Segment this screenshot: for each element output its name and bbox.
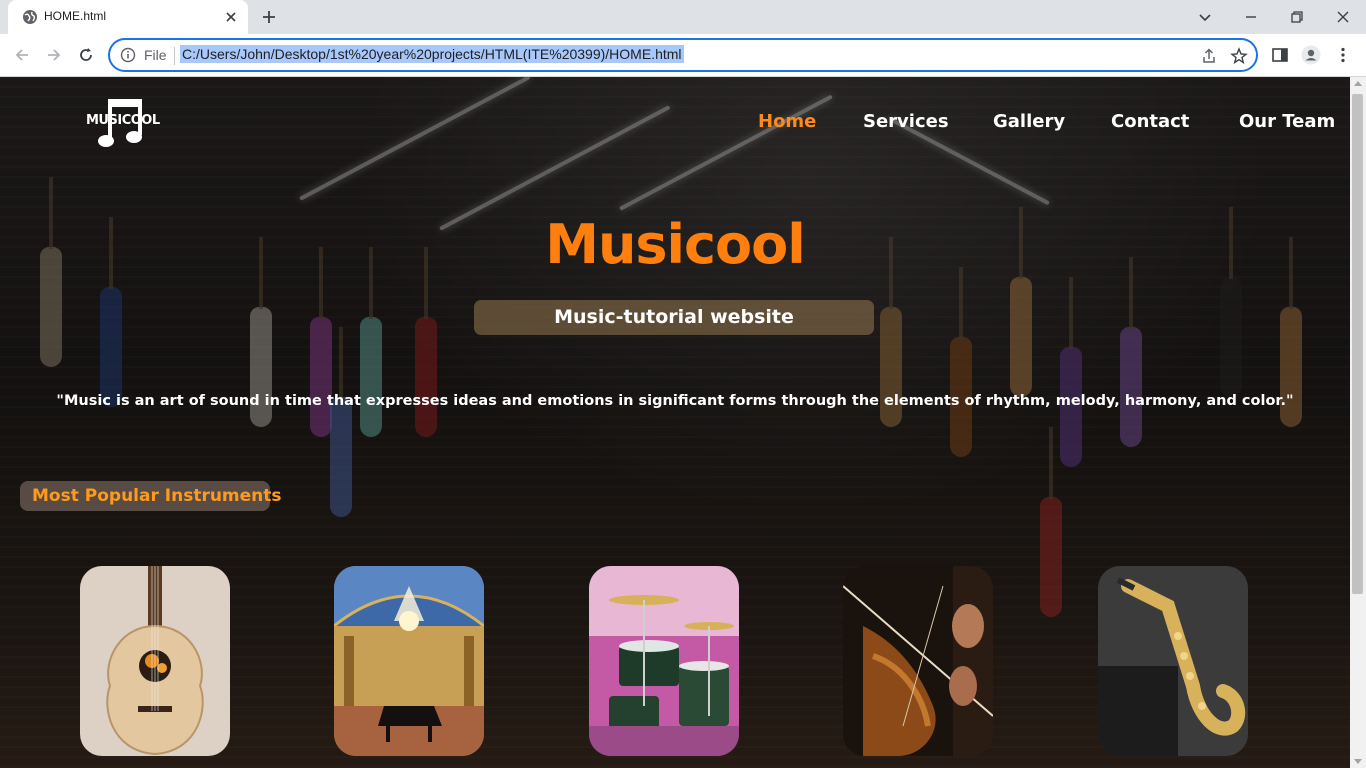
site-logo[interactable]: MUSICOOL bbox=[86, 95, 160, 149]
browser-toolbar: File C:/Users/John/Desktop/1st%20year%20… bbox=[0, 34, 1366, 77]
url-text[interactable]: C:/Users/John/Desktop/1st%20year%20proje… bbox=[180, 45, 684, 63]
profile-avatar-icon[interactable] bbox=[1301, 45, 1321, 65]
restore-icon[interactable] bbox=[1286, 6, 1308, 28]
music-quote: "Music is an art of sound in time that e… bbox=[56, 393, 1294, 409]
reload-icon[interactable] bbox=[76, 45, 96, 65]
web-page: MUSICOOL Home Services Gallery Contact O… bbox=[0, 77, 1350, 768]
browser-tab-bar: HOME.html bbox=[0, 0, 1366, 34]
piano-image bbox=[334, 566, 484, 756]
nav-services[interactable]: Services bbox=[863, 111, 949, 132]
nav-our-team[interactable]: Our Team bbox=[1239, 111, 1335, 132]
side-panel-icon[interactable] bbox=[1270, 45, 1290, 65]
menu-dots-icon[interactable] bbox=[1333, 45, 1353, 65]
saxophone-image bbox=[1098, 566, 1248, 756]
back-arrow-icon[interactable] bbox=[12, 45, 32, 65]
violin-image bbox=[843, 566, 993, 756]
section-heading: Most Popular Instruments bbox=[32, 486, 282, 506]
tab-title: HOME.html bbox=[44, 9, 107, 23]
subtitle-banner: Music-tutorial website bbox=[474, 300, 874, 335]
drums-image bbox=[589, 566, 739, 756]
instrument-card-guitar[interactable] bbox=[80, 566, 230, 756]
nav-home[interactable]: Home bbox=[758, 111, 816, 132]
bookmark-star-icon[interactable] bbox=[1230, 47, 1248, 65]
globe-icon bbox=[23, 10, 37, 24]
omnibox-divider bbox=[174, 47, 175, 65]
new-tab-icon[interactable] bbox=[260, 8, 278, 26]
instrument-card-violin[interactable] bbox=[843, 566, 993, 756]
close-window-icon[interactable] bbox=[1332, 6, 1354, 28]
section-heading-banner: Most Popular Instruments bbox=[20, 481, 282, 511]
scroll-down-arrow-icon[interactable] bbox=[1354, 759, 1362, 764]
instrument-card-saxophone[interactable] bbox=[1098, 566, 1248, 756]
nav-gallery[interactable]: Gallery bbox=[993, 111, 1065, 132]
guitar-image bbox=[80, 566, 230, 756]
address-bar[interactable]: File C:/Users/John/Desktop/1st%20year%20… bbox=[108, 38, 1258, 72]
scroll-thumb[interactable] bbox=[1352, 94, 1363, 594]
browser-tab[interactable]: HOME.html bbox=[8, 0, 248, 34]
scroll-up-arrow-icon[interactable] bbox=[1354, 81, 1362, 86]
share-icon[interactable] bbox=[1200, 47, 1218, 65]
close-tab-icon[interactable] bbox=[222, 8, 240, 26]
file-scheme-label: File bbox=[144, 47, 167, 63]
logo-text: MUSICOOL bbox=[86, 113, 160, 128]
info-icon[interactable] bbox=[120, 47, 136, 63]
tab-search-chevron-icon[interactable] bbox=[1194, 6, 1216, 28]
instrument-card-drums[interactable] bbox=[589, 566, 739, 756]
forward-arrow-icon[interactable] bbox=[44, 45, 64, 65]
nav-contact[interactable]: Contact bbox=[1111, 111, 1189, 132]
minimize-icon[interactable] bbox=[1240, 6, 1262, 28]
hero-title: Musicool bbox=[545, 213, 806, 276]
hero-subtitle: Music-tutorial website bbox=[554, 306, 794, 328]
page-scrollbar[interactable] bbox=[1350, 77, 1366, 768]
instrument-card-piano[interactable] bbox=[334, 566, 484, 756]
